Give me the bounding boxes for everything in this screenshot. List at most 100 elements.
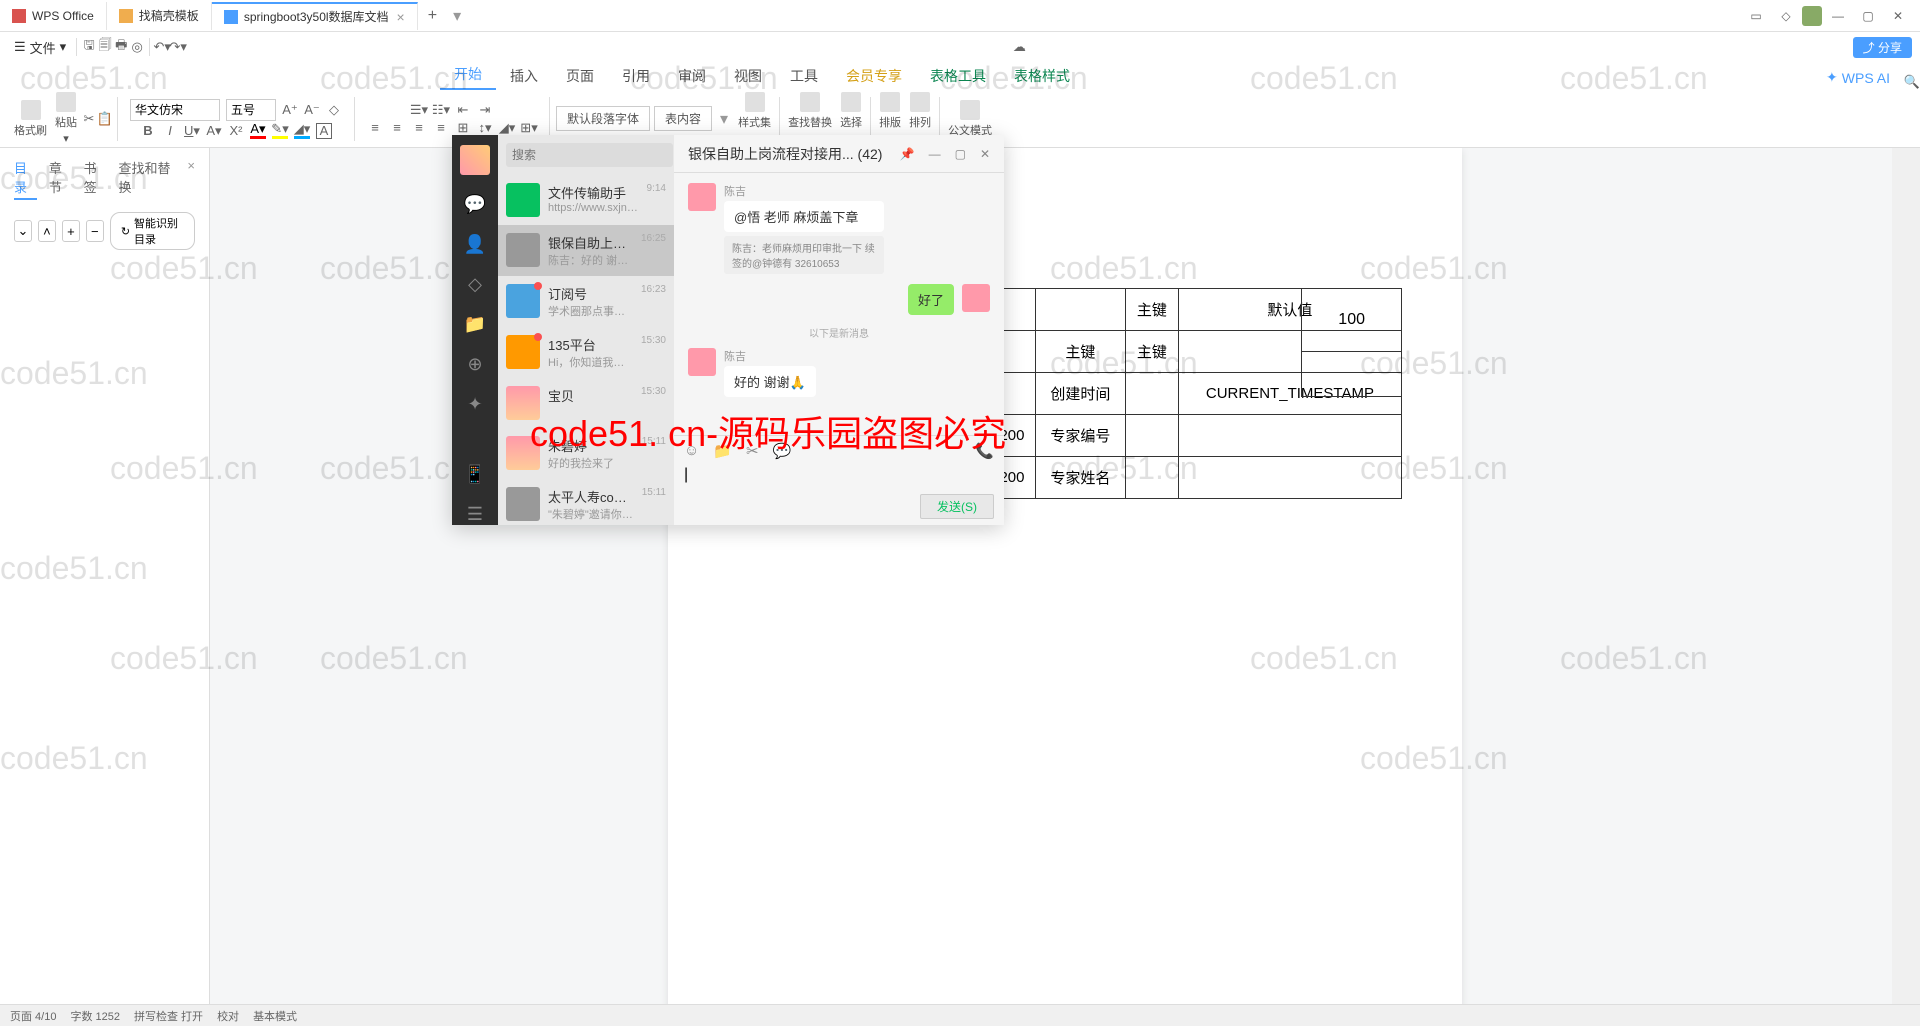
align-right-icon[interactable]: ≡ — [411, 120, 427, 136]
italic-icon[interactable]: I — [162, 123, 178, 139]
highlight-icon[interactable]: ✎▾ — [272, 123, 288, 139]
dist-icon[interactable]: ⊞ — [455, 120, 471, 136]
font-color-icon[interactable]: A▾ — [250, 123, 266, 139]
avatar-icon[interactable] — [1802, 6, 1822, 26]
numbering-icon[interactable]: ☷▾ — [433, 102, 449, 118]
style-table-content[interactable]: 表内容 — [654, 106, 712, 131]
size-select[interactable] — [226, 99, 276, 121]
undo-icon[interactable]: ↶▾ — [154, 39, 170, 55]
minus-icon[interactable]: − — [86, 220, 104, 242]
tab-doc[interactable]: springboot3y50l数据库文档× — [212, 2, 418, 30]
redo-icon[interactable]: ↷▾ — [170, 39, 186, 55]
close-icon[interactable]: × — [397, 9, 405, 25]
bullets-icon[interactable]: ☰▾ — [411, 102, 427, 118]
export-icon[interactable]: ◎ — [129, 39, 145, 55]
share-button[interactable]: ⤴ 分享 — [1853, 37, 1912, 58]
style-default[interactable]: 默认段落字体 — [556, 106, 650, 131]
shrink-font-icon[interactable]: A⁻ — [304, 102, 320, 118]
ribbon-ref[interactable]: 引用 — [608, 62, 664, 90]
max-icon[interactable]: ▢ — [955, 147, 966, 161]
doc-mode-button[interactable]: 公文模式 — [944, 98, 996, 140]
wechat-textarea[interactable]: | — [684, 466, 994, 494]
indent-icon[interactable]: ⇥ — [477, 102, 493, 118]
line-spacing-icon[interactable]: ↕▾ — [477, 120, 493, 136]
scissors-icon[interactable]: ✂ — [746, 442, 759, 460]
align-left-icon[interactable]: ≡ — [367, 120, 383, 136]
super-icon[interactable]: X² — [228, 123, 244, 139]
tab-template[interactable]: 找稿壳模板 — [107, 2, 212, 30]
ribbon-review[interactable]: 审阅 — [664, 62, 720, 90]
wechat-list-item[interactable]: 135平台Hi，你知道我在等 门...15:30 — [498, 327, 674, 378]
font-select[interactable] — [130, 99, 220, 121]
moments-icon[interactable]: ⊕ — [464, 353, 486, 375]
preview-icon[interactable]: 🖶 — [113, 39, 129, 55]
maximize-icon[interactable]: ▢ — [1854, 4, 1882, 28]
border-icon[interactable]: ⊞▾ — [521, 120, 537, 136]
contacts-icon[interactable]: 👤 — [464, 233, 486, 255]
minimize-icon[interactable]: — — [1824, 4, 1852, 28]
outdent-icon[interactable]: ⇤ — [455, 102, 471, 118]
wechat-messages[interactable]: 陈吉@悟 老师 麻烦盖下章陈吉：老师麻烦用印审批一下 续签的@钟德有 32610… — [674, 173, 1004, 435]
grow-font-icon[interactable]: A⁺ — [282, 102, 298, 118]
close-icon[interactable]: ✕ — [1884, 4, 1912, 28]
send-button[interactable]: 发送(S) — [920, 494, 994, 519]
align-center-icon[interactable]: ≡ — [389, 120, 405, 136]
status-page[interactable]: 页面 4/10 — [10, 1008, 56, 1024]
char-border-icon[interactable]: A — [316, 123, 332, 139]
icon-cube[interactable]: ◇ — [1772, 4, 1800, 28]
status-check[interactable]: 拼写检查 打开 — [134, 1008, 203, 1024]
ribbon-table-tools[interactable]: 表格工具 — [916, 62, 1000, 90]
sidebar-tab-toc[interactable]: 目录 — [14, 158, 37, 200]
files-icon[interactable]: 📁 — [464, 313, 486, 335]
pin-icon[interactable]: 📌 — [900, 147, 915, 161]
call-icon[interactable]: 📞 — [975, 442, 994, 460]
chat-icon[interactable]: 💬 — [464, 193, 486, 215]
justify-icon[interactable]: ≡ — [433, 120, 449, 136]
wechat-list-item[interactable]: 朱碧婷好的我捡来了15:11 — [498, 428, 674, 479]
print-icon[interactable]: 🗐 — [97, 39, 113, 55]
phone-icon[interactable]: 📱 — [464, 463, 486, 485]
format-brush[interactable]: 格式刷 — [10, 98, 51, 140]
wechat-list-item[interactable]: 订阅号学术圈那点事儿 重磅发...16:23 — [498, 276, 674, 327]
favorites-icon[interactable]: ◇ — [464, 273, 486, 295]
ribbon-table-style[interactable]: 表格样式 — [1000, 62, 1084, 90]
file-icon[interactable]: 📁 — [713, 442, 732, 460]
sidebar-tab-chapter[interactable]: 章节 — [49, 158, 72, 200]
underline-icon[interactable]: U▾ — [184, 123, 200, 139]
clear-format-icon[interactable]: ◇ — [326, 102, 342, 118]
status-words[interactable]: 字数 1252 — [70, 1008, 120, 1024]
copy-icon[interactable]: 📋 — [97, 111, 113, 127]
status-proof[interactable]: 校对 — [217, 1008, 239, 1024]
plus-icon[interactable]: + — [62, 220, 80, 242]
sidebar-tab-find[interactable]: 查找和替换 — [118, 158, 175, 200]
ribbon-vip[interactable]: 会员专享 — [832, 62, 916, 90]
cut-icon[interactable]: ✂ — [81, 111, 97, 127]
shading-icon[interactable]: ◢▾ — [499, 120, 515, 136]
strike-icon[interactable]: A▾ — [206, 123, 222, 139]
mini-icon[interactable]: ✦ — [464, 393, 486, 415]
save-icon[interactable]: 🖫 — [81, 39, 97, 55]
wechat-list-item[interactable]: 太平人寿coding..."朱碧婷"邀请你加入了群...15:11 — [498, 479, 674, 530]
icon-grid[interactable]: ▭ — [1742, 4, 1770, 28]
wechat-list-item[interactable]: 文件传输助手https://www.sxjnkj.cn/...9:14 — [498, 175, 674, 225]
history-icon[interactable]: 💬 — [773, 442, 792, 460]
up-icon[interactable]: ˄ — [38, 220, 56, 242]
wechat-list-item[interactable]: 银保自助上岗流...陈吉：好的 谢谢🙏16:25 — [498, 225, 674, 276]
tab-add[interactable]: + — [418, 7, 447, 25]
auto-toc-button[interactable]: ↻ 智能识别目录 — [110, 212, 195, 250]
min-icon[interactable]: — — [929, 147, 941, 161]
status-mode[interactable]: 基本模式 — [253, 1008, 297, 1024]
close-icon[interactable]: ✕ — [980, 147, 990, 161]
sidebar-tab-bookmark[interactable]: 书签 — [84, 158, 107, 200]
emoji-icon[interactable]: ☺ — [684, 442, 699, 460]
menu-icon[interactable]: ☰ — [464, 503, 486, 525]
tab-wps[interactable]: WPS Office — [0, 2, 107, 30]
fill-icon[interactable]: ◢▾ — [294, 123, 310, 139]
sidebar-close-icon[interactable]: × — [187, 158, 195, 200]
wechat-list-item[interactable]: 宝贝15:30 — [498, 378, 674, 428]
ribbon-view[interactable]: 视图 — [720, 62, 776, 90]
ribbon-tools[interactable]: 工具 — [776, 62, 832, 90]
search-icon[interactable]: 🔍 — [1904, 74, 1920, 90]
wps-ai-button[interactable]: ✦ WPS AI — [1812, 65, 1904, 90]
bold-icon[interactable]: B — [140, 123, 156, 139]
